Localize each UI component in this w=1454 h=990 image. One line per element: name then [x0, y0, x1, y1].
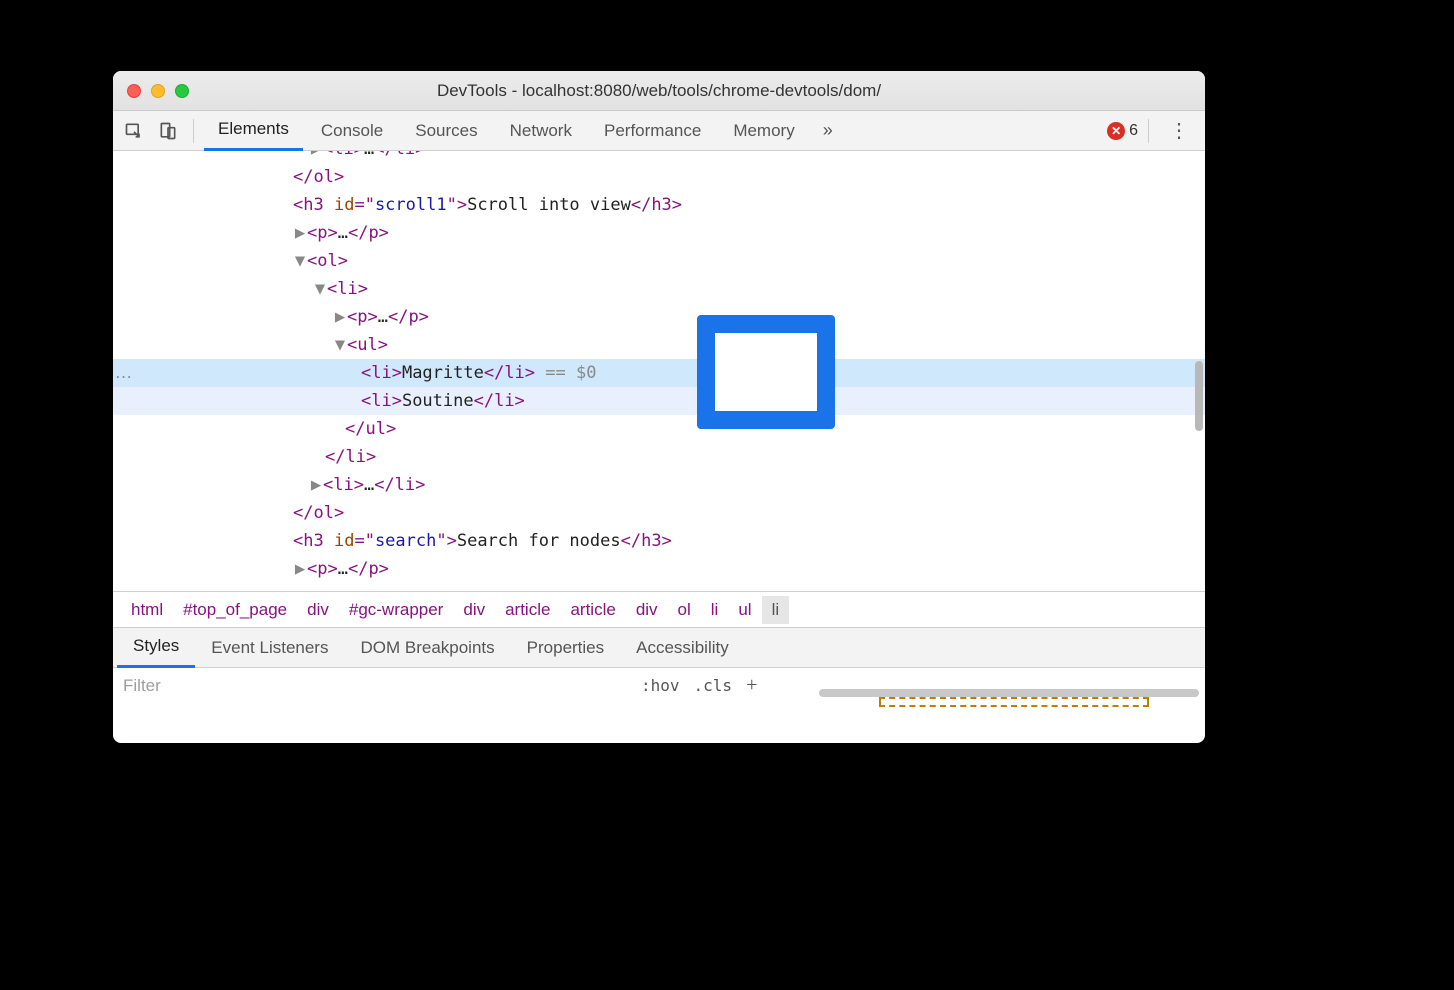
settings-menu-icon[interactable]: ⋮ — [1159, 118, 1199, 143]
breadcrumb-item[interactable]: li — [762, 596, 790, 624]
subtab-accessibility[interactable]: Accessibility — [620, 628, 745, 668]
dom-node-row[interactable]: ▼<li> — [113, 275, 1205, 303]
dom-node-row-selected[interactable]: <li>Magritte</li> == $0 — [113, 359, 1205, 387]
separator — [193, 119, 194, 143]
dom-node-row[interactable]: </li> — [113, 443, 1205, 471]
breadcrumb-item[interactable]: html — [121, 596, 173, 624]
dom-node-row[interactable]: </ol> — [113, 499, 1205, 527]
breadcrumb-item[interactable]: article — [495, 596, 560, 624]
tab-performance[interactable]: Performance — [590, 111, 715, 151]
window-title: DevTools - localhost:8080/web/tools/chro… — [113, 81, 1205, 101]
styles-filter-input[interactable] — [113, 668, 631, 703]
dom-node-row[interactable]: <li>Soutine</li> — [113, 387, 1205, 415]
breadcrumb-item[interactable]: div — [626, 596, 668, 624]
dom-tree-panel[interactable]: ▶<li>…</li></ol><h3 id="scroll1">Scroll … — [113, 151, 1205, 591]
horizontal-scrollbar[interactable] — [819, 689, 1199, 697]
dom-node-row[interactable]: <h3 id="search">Search for nodes</h3> — [113, 527, 1205, 555]
breadcrumb-item[interactable]: #gc-wrapper — [339, 596, 454, 624]
dom-node-row[interactable]: ▶<p>…</p> — [113, 303, 1205, 331]
breadcrumb-item[interactable]: ul — [728, 596, 761, 624]
breadcrumb-item[interactable]: article — [560, 596, 625, 624]
tab-elements[interactable]: Elements — [204, 111, 303, 151]
styles-sub-tabs: Styles Event Listeners DOM Breakpoints P… — [113, 627, 1205, 667]
dom-node-row[interactable]: ▶<li>…</li> — [113, 471, 1205, 499]
device-toggle-icon[interactable] — [153, 116, 183, 146]
devtools-window: DevTools - localhost:8080/web/tools/chro… — [113, 71, 1205, 743]
subtab-properties[interactable]: Properties — [511, 628, 620, 668]
breadcrumb-item[interactable]: div — [453, 596, 495, 624]
dom-node-row[interactable]: ▼<ul> — [113, 331, 1205, 359]
subtab-styles[interactable]: Styles — [117, 628, 195, 668]
breadcrumb-item[interactable]: #top_of_page — [173, 596, 297, 624]
more-tabs-chevron-icon[interactable]: » — [813, 120, 843, 141]
breadcrumb-item[interactable]: li — [701, 596, 729, 624]
error-count: 6 — [1129, 122, 1138, 140]
tab-console[interactable]: Console — [307, 111, 397, 151]
main-toolbar: Elements Console Sources Network Perform… — [113, 111, 1205, 151]
dom-node-row[interactable]: ▶<p>…</p> — [113, 219, 1205, 247]
box-model-margin-outline — [879, 697, 1149, 707]
error-icon: ✕ — [1107, 122, 1125, 140]
dom-node-row[interactable]: <h3 id="scroll1">Scroll into view</h3> — [113, 191, 1205, 219]
dom-breadcrumb: html#top_of_pagediv#gc-wrapperdivarticle… — [113, 591, 1205, 627]
dom-node-row[interactable]: </ol> — [113, 163, 1205, 191]
highlight-overlay-box — [697, 315, 835, 429]
tab-sources[interactable]: Sources — [401, 111, 491, 151]
breadcrumb-item[interactable]: div — [297, 596, 339, 624]
new-style-rule-icon[interactable]: + — [746, 674, 757, 697]
window-titlebar: DevTools - localhost:8080/web/tools/chro… — [113, 71, 1205, 111]
dom-node-row[interactable]: ▶<p>…</p> — [113, 555, 1205, 583]
breadcrumb-item[interactable]: ol — [668, 596, 701, 624]
inspect-element-icon[interactable] — [119, 116, 149, 146]
dom-node-row[interactable]: </ul> — [113, 415, 1205, 443]
error-counter[interactable]: ✕ 6 — [1107, 122, 1138, 140]
tab-network[interactable]: Network — [496, 111, 586, 151]
tab-memory[interactable]: Memory — [719, 111, 808, 151]
subtab-dom-breakpoints[interactable]: DOM Breakpoints — [344, 628, 510, 668]
subtab-event-listeners[interactable]: Event Listeners — [195, 628, 344, 668]
cls-toggle[interactable]: .cls — [694, 676, 733, 695]
dom-node-row[interactable]: ▼<ol> — [113, 247, 1205, 275]
dom-node-row[interactable]: ▶<li>…</li> — [113, 151, 1205, 163]
hov-toggle[interactable]: :hov — [641, 676, 680, 695]
vertical-scrollbar[interactable] — [1195, 361, 1203, 431]
separator — [1148, 119, 1149, 143]
styles-content-area — [113, 703, 1205, 723]
